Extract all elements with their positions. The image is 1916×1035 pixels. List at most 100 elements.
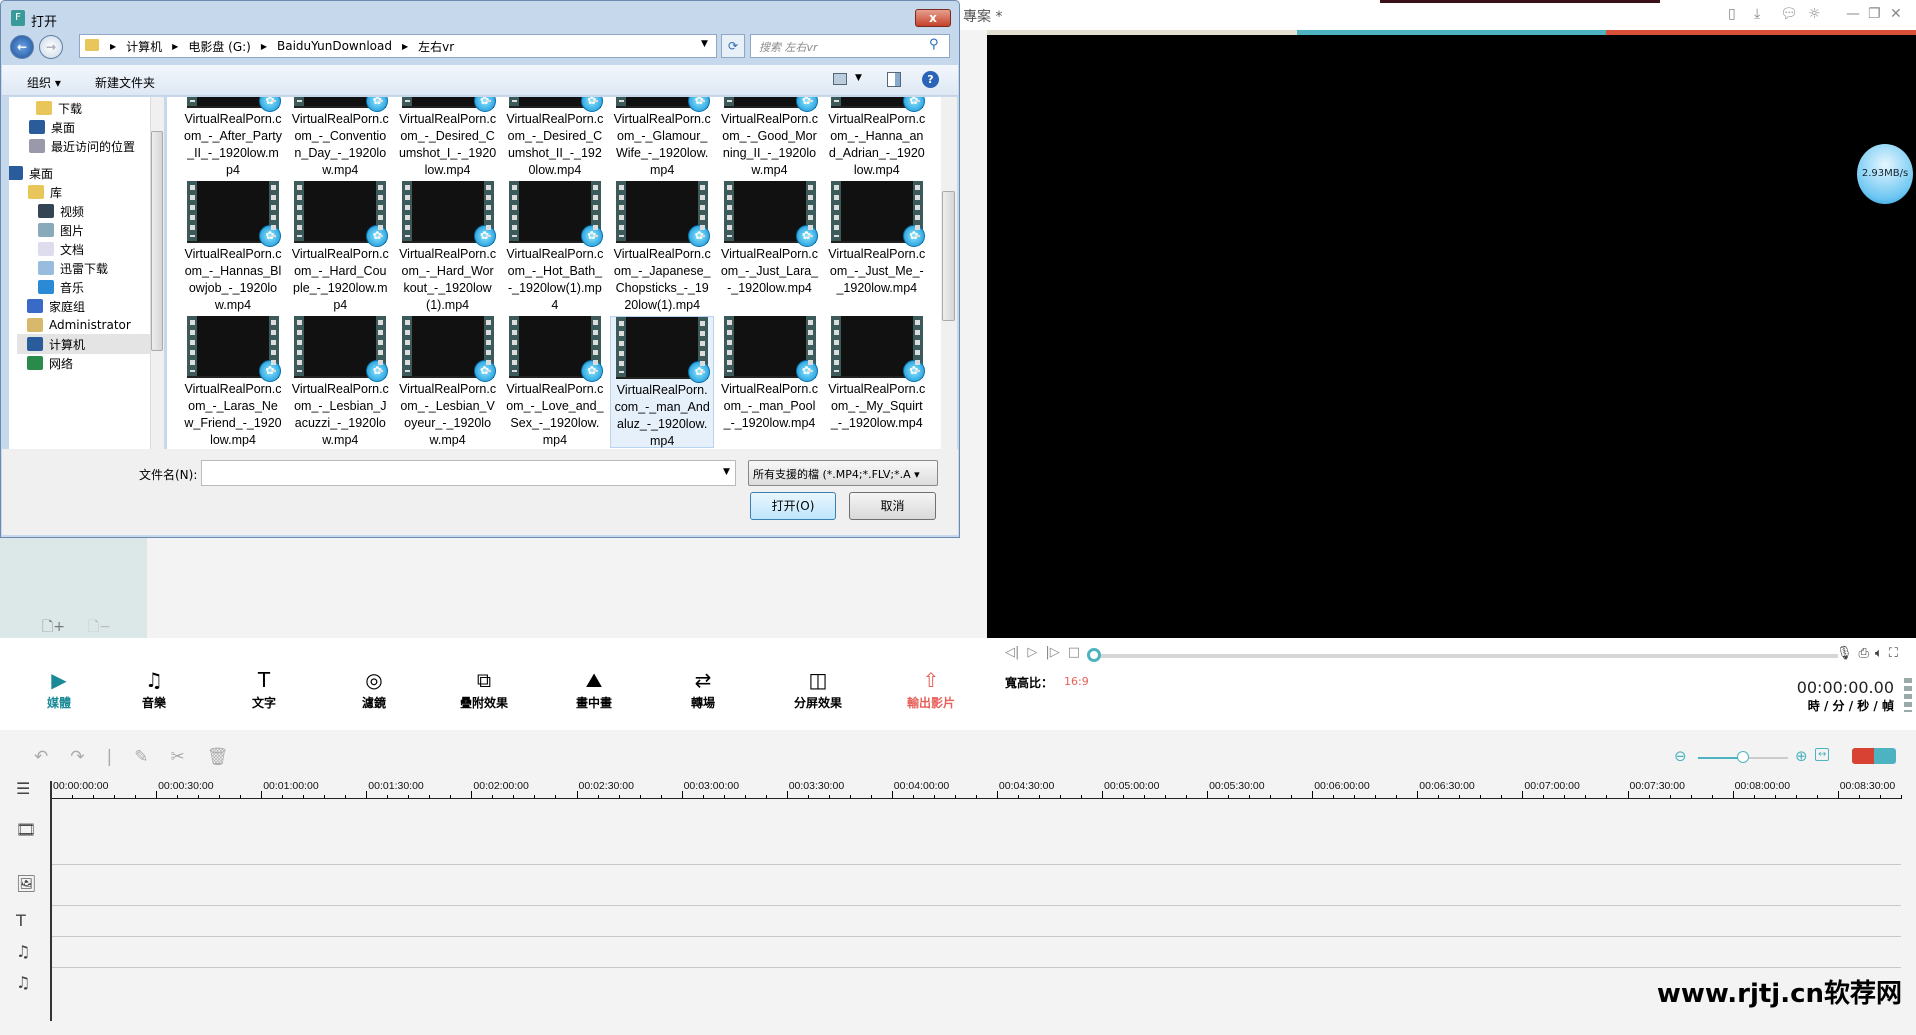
microphone-icon[interactable]: 🎙︎ — [1836, 646, 1853, 661]
undo-icon[interactable]: ↶ — [34, 747, 48, 767]
filename-input[interactable] — [201, 460, 736, 486]
tool-split-screen[interactable]: ◫ 分屏效果 — [773, 668, 863, 711]
file-item[interactable]: ✿ VirtualRealPorn.com_-_man_Pool_-_1920lo… — [718, 316, 822, 448]
zoom-out-icon[interactable]: ⊖ — [1674, 747, 1687, 765]
nav-item[interactable]: 网络 — [27, 353, 73, 373]
address-bar[interactable]: ▶ 计算机 ▶ 电影盘 (G:) ▶ BaiduYunDownload ▶ 左右vr — [79, 34, 717, 58]
nav-scrollbar-thumb[interactable] — [151, 131, 163, 351]
close-button[interactable]: x — [915, 9, 951, 27]
breadcrumb-drive[interactable]: 电影盘 (G:) — [188, 38, 251, 55]
file-item[interactable]: ✿ VirtualRealPorn.com_-_Just_Lara_-_1920l… — [718, 181, 822, 313]
file-item[interactable]: ✿ VirtualRealPorn.com_-_Desired_Cumshot_I… — [396, 97, 500, 178]
next-frame-icon[interactable]: |▷ — [1045, 645, 1059, 660]
edit-icon[interactable]: ✎ — [134, 747, 148, 767]
volume-icon[interactable]: 🔈︎ — [1875, 646, 1883, 661]
timeline-ruler[interactable]: 00:00:00:00 00:00:30:00 00:01:00:00 00:01:3… — [51, 780, 1902, 800]
nav-item[interactable]: 桌面 — [29, 117, 75, 137]
search-input[interactable]: 搜索 左右vr — [750, 34, 950, 58]
file-item[interactable]: ✿ VirtualRealPorn.com_-_After_Party_II_-_… — [181, 97, 285, 178]
brightness-icon[interactable]: ☼ — [1808, 6, 1821, 22]
snapshot-icon[interactable]: ⎙ — [1859, 646, 1869, 661]
file-item[interactable]: ✿ VirtualRealPorn.com_-_Convention_Day_-_… — [288, 97, 392, 178]
refresh-button[interactable]: ⟳ — [721, 34, 745, 58]
file-item[interactable]: ✿ VirtualRealPorn.com_-_Hard_Workout_-_19… — [396, 181, 500, 313]
file-item[interactable]: ✿ VirtualRealPorn.com_-_My_Squirt_-_1920l… — [825, 316, 929, 448]
add-file-icon[interactable]: 🗋+ — [42, 616, 65, 640]
file-item[interactable]: ✿ VirtualRealPorn.com_-_Lesbian_Voyeur_-_… — [396, 316, 500, 448]
tool-text[interactable]: T 文字 — [219, 668, 309, 711]
organize-menu[interactable]: 组织 ▾ — [27, 74, 61, 91]
redo-icon[interactable]: ↷ — [70, 747, 84, 767]
file-item[interactable]: ✿ VirtualRealPorn.com_-_Love_and_Sex_-_19… — [503, 316, 607, 448]
preview-pane-icon[interactable] — [887, 72, 901, 87]
nav-item[interactable]: 迅雷下载 — [38, 258, 108, 278]
view-mode-toggle[interactable] — [1852, 748, 1896, 764]
file-item[interactable]: ✿ VirtualRealPorn.com_-_Hard_Couple_-_192… — [288, 181, 392, 313]
breadcrumb-computer[interactable]: 计算机 — [126, 38, 162, 55]
playback-slider[interactable] — [1098, 654, 1838, 658]
nav-item[interactable]: 库 — [28, 182, 62, 202]
nav-item[interactable]: 文档 — [38, 239, 84, 259]
cancel-button[interactable]: 取消 — [849, 492, 936, 520]
tool-music[interactable]: ♫ 音樂 — [109, 668, 199, 711]
address-dropdown-icon[interactable]: ▼ — [701, 39, 708, 49]
file-item[interactable]: ✿ VirtualRealPorn.com_-_Glamour_Wife_-_19… — [610, 97, 714, 178]
file-item[interactable]: ✿ VirtualRealPorn.com_-_man_Andaluz_-_192… — [610, 316, 715, 448]
drag-handle[interactable] — [1904, 678, 1912, 712]
tool-pip[interactable]: ⛰ 畫中畫 — [549, 668, 639, 711]
forward-button[interactable]: → — [39, 35, 63, 59]
minimize-icon[interactable]: — — [1846, 6, 1860, 22]
file-scrollbar-thumb[interactable] — [942, 191, 955, 321]
save-icon[interactable]: ▯ — [1728, 6, 1736, 22]
file-item[interactable]: ✿ VirtualRealPorn.com_-_Just_Me_-_1920low… — [825, 181, 929, 313]
breadcrumb-folder[interactable]: BaiduYunDownload — [277, 39, 392, 53]
download-icon[interactable]: ⤓ — [1754, 6, 1760, 22]
playback-handle[interactable] — [1087, 648, 1101, 662]
stop-icon[interactable]: □ — [1068, 645, 1080, 660]
back-button[interactable]: ← — [10, 35, 34, 59]
nav-item[interactable]: 计算机 — [17, 334, 157, 354]
nav-item[interactable]: 桌面 — [9, 163, 53, 183]
playhead[interactable] — [50, 781, 52, 1021]
file-item[interactable]: ✿ VirtualRealPorn.com_-_Lesbian_Jacuzzi_-… — [288, 316, 392, 448]
file-item[interactable]: ✿ VirtualRealPorn.com_-_Hanna_and_Adrian_… — [825, 97, 929, 178]
nav-item[interactable]: 最近访问的位置 — [29, 136, 135, 156]
file-item[interactable]: ✿ VirtualRealPorn.com_-_Hannas_Blowjob_-_… — [181, 181, 285, 313]
cut-icon[interactable]: ✂ — [170, 747, 184, 767]
tool-overlay[interactable]: ⧉ 疊附效果 — [439, 668, 529, 711]
network-speed-bubble[interactable]: 2.93MB/s — [1857, 144, 1913, 204]
close-icon[interactable]: ✕ — [1890, 6, 1902, 22]
nav-item[interactable]: 音乐 — [38, 277, 84, 297]
zoom-in-icon[interactable]: ⊕ — [1795, 747, 1808, 765]
play-icon[interactable]: ▷ — [1027, 645, 1037, 660]
new-folder-button[interactable]: 新建文件夹 — [95, 74, 155, 91]
tool-media[interactable]: ▶ 媒體 — [14, 668, 104, 711]
track-manager-icon[interactable]: ☰ — [16, 779, 30, 798]
view-dropdown-icon[interactable]: ▼ — [855, 73, 862, 83]
open-button[interactable]: 打开(O) — [750, 492, 836, 520]
delete-icon[interactable]: 🗑︎ — [207, 747, 229, 767]
file-item[interactable]: ✿ VirtualRealPorn.com_-_Desired_Cumshot_I… — [503, 97, 607, 178]
fullscreen-icon[interactable]: ⛶ — [1889, 646, 1898, 661]
file-item[interactable]: ✿ VirtualRealPorn.com_-_Japanese_Chopstic… — [610, 181, 714, 313]
tool-export[interactable]: ⇧ 輸出影片 — [886, 668, 976, 711]
file-item[interactable]: ✿ VirtualRealPorn.com_-_Hot_Bath_-_1920lo… — [503, 181, 607, 313]
fit-timeline-icon[interactable]: ↔ — [1815, 748, 1830, 761]
aspect-ratio-value[interactable]: 16:9 — [1064, 675, 1089, 688]
timeline-zoom-handle[interactable] — [1737, 751, 1749, 763]
tool-filter[interactable]: ◎ 濾鏡 — [329, 668, 419, 711]
file-item[interactable]: ✿ VirtualRealPorn.com_-_Good_Morning_II_-… — [718, 97, 822, 178]
nav-item[interactable]: 视频 — [38, 201, 84, 221]
search-icon[interactable]: ⚲ — [929, 37, 939, 52]
remove-file-icon[interactable]: 🗋− — [88, 616, 111, 640]
nav-item[interactable]: 下载 — [36, 98, 82, 118]
nav-item[interactable]: Administrator — [27, 315, 131, 335]
filename-dropdown-icon[interactable]: ▼ — [723, 467, 730, 477]
nav-item[interactable]: 图片 — [38, 220, 84, 240]
feedback-icon[interactable]: 💬︎ — [1780, 6, 1798, 22]
view-icon[interactable] — [833, 73, 847, 85]
video-preview[interactable] — [987, 35, 1916, 638]
breadcrumb-current[interactable]: 左右vr — [418, 38, 454, 55]
file-item[interactable]: ✿ VirtualRealPorn.com_-_Laras_New_Friend_… — [181, 316, 285, 448]
prev-frame-icon[interactable]: ◁| — [1005, 645, 1019, 660]
